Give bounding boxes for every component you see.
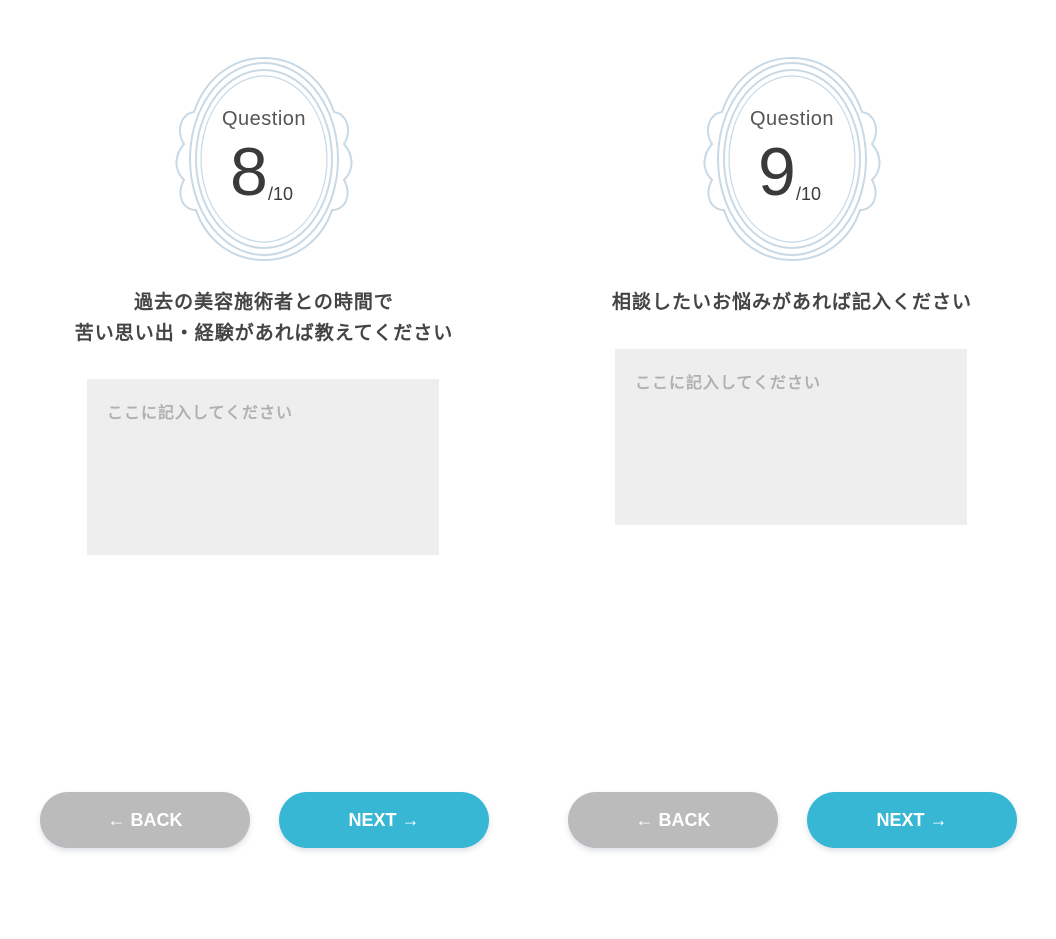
question-line-2: 苦い思い出・経験があれば教えてください: [74, 322, 454, 344]
answer-textarea[interactable]: [615, 349, 967, 525]
back-button[interactable]: ← BACK: [40, 792, 250, 848]
question-total: /10: [268, 184, 294, 204]
question-frame: Question 8 /10: [164, 52, 364, 264]
next-button[interactable]: NEXT →: [279, 792, 489, 848]
next-button-label: NEXT →: [876, 809, 948, 830]
question-panel-8: Question 8 /10 過去の美容施術者との時間で 苦い思い出・経験があれ…: [0, 0, 528, 939]
next-button[interactable]: NEXT →: [807, 792, 1017, 848]
question-line-1: 相談したいお悩みがあれば記入ください: [611, 291, 972, 313]
question-number: 8: [230, 134, 268, 210]
question-line-1: 過去の美容施術者との時間で: [134, 291, 394, 313]
question-text: 過去の美容施術者との時間で 苦い思い出・経験があれば教えてください: [0, 287, 528, 349]
back-button-label: ← BACK: [635, 809, 711, 830]
question-label: Question: [221, 108, 307, 130]
question-total: /10: [796, 184, 822, 204]
back-button[interactable]: ← BACK: [568, 792, 778, 848]
question-frame: Question 9 /10: [692, 52, 892, 264]
question-text: 相談したいお悩みがあれば記入ください: [528, 287, 1056, 318]
question-label: Question: [749, 108, 835, 130]
answer-textarea[interactable]: [87, 379, 439, 555]
question-number: 9: [758, 134, 796, 210]
back-button-label: ← BACK: [107, 809, 183, 830]
question-panel-9: Question 9 /10 相談したいお悩みがあれば記入ください ← BACK…: [528, 0, 1056, 939]
next-button-label: NEXT →: [348, 809, 420, 830]
